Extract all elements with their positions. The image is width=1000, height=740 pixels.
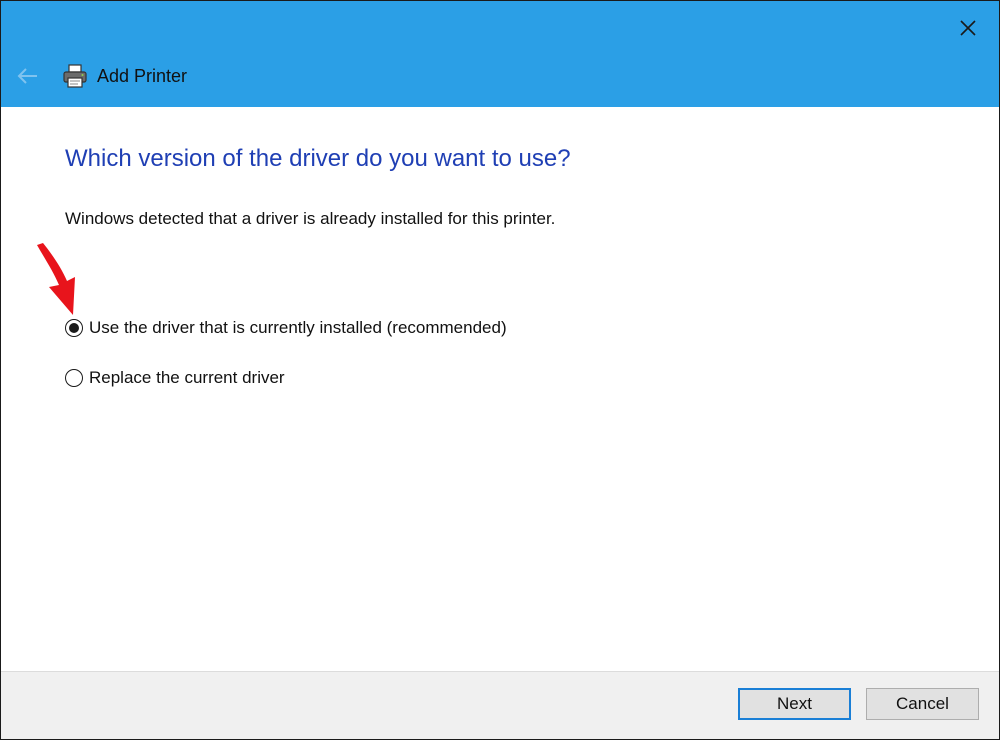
printer-icon [63, 64, 87, 88]
radio-button-unselected[interactable] [65, 369, 83, 387]
add-printer-dialog: Add Printer Which version of the driver … [0, 0, 1000, 740]
close-icon [960, 20, 976, 36]
back-button[interactable] [11, 61, 43, 91]
wizard-content: Which version of the driver do you want … [1, 107, 999, 671]
window-title: Add Printer [97, 66, 188, 86]
cancel-button[interactable]: Cancel [866, 688, 979, 720]
radio-dot [69, 323, 79, 333]
close-button[interactable] [951, 11, 985, 45]
page-heading: Which version of the driver do you want … [65, 145, 571, 172]
radio-replace-driver[interactable]: Replace the current driver [65, 367, 285, 389]
radio-label-use-current: Use the driver that is currently install… [89, 318, 507, 337]
radio-label-replace: Replace the current driver [89, 368, 285, 387]
dialog-footer: Next Cancel [1, 671, 999, 739]
radio-use-current-driver[interactable]: Use the driver that is currently install… [65, 317, 507, 339]
red-arrow-annotation [37, 243, 75, 315]
radio-button-selected[interactable] [65, 319, 83, 337]
next-button[interactable]: Next [738, 688, 851, 720]
description-text: Windows detected that a driver is alread… [65, 209, 556, 228]
title-bar: Add Printer [1, 1, 999, 107]
back-arrow-icon [17, 68, 37, 84]
